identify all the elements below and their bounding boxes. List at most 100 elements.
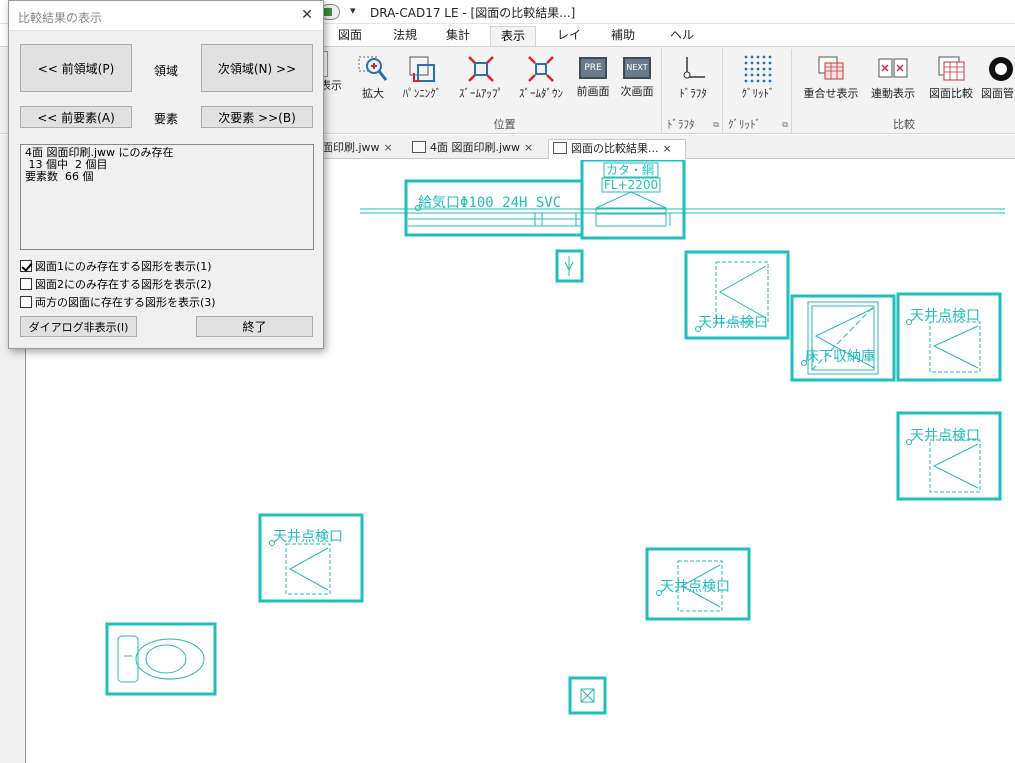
linked-view-icon <box>878 58 908 78</box>
zoom-in-button[interactable]: 拡大 <box>354 51 392 109</box>
pre-screen-button[interactable]: PRE 前画面 <box>572 51 614 109</box>
doc-tab-3[interactable]: 図面の比較結果... × <box>548 139 686 159</box>
close-icon[interactable]: ✕ <box>297 5 317 25</box>
tab-aggregate[interactable]: 集計 <box>438 26 478 46</box>
ceiling-hatch-2: 天井点検口 <box>896 292 1002 382</box>
tab-regulations[interactable]: 法規 <box>385 26 425 46</box>
next-screen-label: 次画面 <box>620 85 654 98</box>
dialog-title-bar[interactable]: 比較結果の表示 ✕ <box>9 1 323 31</box>
grid-dot <box>762 73 766 77</box>
toilet-fixture <box>105 622 217 696</box>
app-window: ▾ DRA-CAD17 LE - [図面の比較結果...] 図面 法規 集計 表… <box>0 0 1015 763</box>
grid-dot <box>750 61 754 65</box>
ceiling-hatch-label: 天井点検口 <box>910 308 980 324</box>
drawing-manage-label: 図面管 <box>981 87 1014 100</box>
tab-layer[interactable]: レイヤ <box>545 26 593 60</box>
grid-dot <box>768 73 772 77</box>
panning-label: ﾊﾟﾝﾆﾝｸﾞ <box>402 87 442 100</box>
drafter-button[interactable]: ﾄﾞﾗﾌﾀ <box>671 51 715 109</box>
drawing-compare-label: 図面比較 <box>929 87 973 100</box>
hide-dialog-button[interactable]: ダイアログ非表示(I) <box>20 316 137 337</box>
linked-view-label: 連動表示 <box>871 87 915 100</box>
window-group: カタ・網 FL+2200 <box>580 160 686 240</box>
message-line-3: 要素数 66 個 <box>25 170 94 183</box>
checkbox-label: 図面1にのみ存在する図形を表示(1) <box>35 260 212 273</box>
grid-launcher-icon[interactable]: ⧉ <box>782 120 788 130</box>
grid-dot <box>750 73 754 77</box>
dialog-title: 比較結果の表示 <box>18 11 103 25</box>
next-element-button[interactable]: 次要素 >>(B) <box>201 106 313 128</box>
next-screen-button[interactable]: NEXT 次画面 <box>616 51 658 109</box>
grid-dot <box>750 79 754 83</box>
next-area-button[interactable]: 次領域(N) >> <box>201 44 313 92</box>
prev-area-button[interactable]: << 前領域(P) <box>20 44 132 92</box>
grid-dot <box>744 61 748 65</box>
zoom-up-label: ｽﾞｰﾑｱｯﾌﾟ <box>459 87 503 100</box>
grid-dot <box>744 73 748 77</box>
compare-result-dialog: 比較結果の表示 ✕ << 前領域(P) 領域 次領域(N) >> << 前要素(… <box>8 0 324 349</box>
tab-assist[interactable]: 補助 <box>603 26 643 46</box>
show-drawing2-only-checkbox[interactable]: 図面2にのみ存在する図形を表示(2) <box>20 276 212 292</box>
grid-dot <box>768 61 772 65</box>
grid-button[interactable]: ｸﾞﾘｯﾄﾞ <box>734 51 782 109</box>
small-box-marker <box>568 676 607 715</box>
pre-screen-icon: PRE <box>579 57 607 79</box>
zoom-down-button[interactable]: ｽﾞｰﾑﾀﾞｳﾝ <box>512 51 570 109</box>
doc-tab-2[interactable]: 4面 図面印刷.jww × <box>408 139 546 159</box>
grid-group-label: ｸﾞﾘｯﾄﾞ <box>728 118 761 131</box>
drawing-manage-icon <box>989 57 1013 81</box>
vent-group: 給気口Φ100 24H SVC <box>404 179 584 237</box>
end-button[interactable]: 終了 <box>196 316 313 337</box>
grid-group: ｸﾞﾘｯﾄﾞ ｸﾞﾘｯﾄﾞ ⧉ <box>724 49 792 133</box>
zoom-up-icon <box>468 56 494 82</box>
element-label: 要素 <box>154 112 179 126</box>
grid-dot <box>762 55 766 59</box>
grid-label: ｸﾞﾘｯﾄﾞ <box>741 87 775 100</box>
checkbox-unchecked-icon[interactable] <box>20 296 32 308</box>
position-group: 拡大 ﾊﾟﾝﾆﾝｸﾞ ｽﾞｰﾑｱｯﾌﾟ ｽﾞｰﾑﾀﾞｳﾝ PRE 前画面 NEX… <box>348 49 662 133</box>
prev-element-button[interactable]: << 前要素(A) <box>20 106 132 128</box>
ceiling-hatch-label: 天井点検口 <box>910 428 980 444</box>
area-label: 領域 <box>154 64 179 78</box>
result-message-box: 4面 図面印刷.jww にのみ存在 13 個中 2 個目 要素数 66 個 <box>20 144 314 250</box>
ceiling-hatch-label: 天井点検口 <box>273 529 343 545</box>
tab-drawing[interactable]: 図面 <box>330 26 370 46</box>
doc-tab-1[interactable]: 面印刷.jww × <box>318 139 404 159</box>
compare-result-icon <box>553 142 567 154</box>
show-drawing1-only-checkbox[interactable]: 図面1にのみ存在する図形を表示(1) <box>20 258 212 274</box>
floor-storage-label: 床下収納庫 <box>805 348 875 365</box>
checkbox-checked-icon[interactable] <box>20 260 32 272</box>
grid-icon <box>744 55 772 83</box>
zoom-down-icon <box>528 56 554 82</box>
checkbox-unchecked-icon[interactable] <box>20 278 32 290</box>
overlay-button[interactable]: 重合せ表示 <box>799 51 863 109</box>
compare-group: 重合せ表示 連動表示 図面比較 図面管 比較 <box>793 49 1015 133</box>
window-title: DRA-CAD17 LE - [図面の比較結果...] <box>370 6 576 20</box>
doc-tab-2-close-icon[interactable]: × <box>524 141 533 154</box>
drafter-launcher-icon[interactable]: ⧉ <box>713 120 719 130</box>
ceiling-hatch-label: 天井点検口 <box>698 315 768 331</box>
tab-help[interactable]: ヘルプ <box>658 26 706 60</box>
show-both-checkbox[interactable]: 両方の図面に存在する図形を表示(3) <box>20 294 216 310</box>
window-height-label: FL+2200 <box>604 178 658 192</box>
checkbox-label: 図面2にのみ存在する図形を表示(2) <box>35 278 212 291</box>
compare-group-label: 比較 <box>893 118 915 131</box>
linked-view-button[interactable]: 連動表示 <box>865 51 921 109</box>
doc-tab-3-close-icon[interactable]: × <box>663 142 672 155</box>
quick-access-dropdown[interactable]: ▾ <box>350 4 356 17</box>
tab-view[interactable]: 表示 <box>490 26 536 46</box>
grid-dot <box>762 79 766 83</box>
drawing-compare-button[interactable]: 図面比較 <box>923 51 979 109</box>
magnify-plus-icon <box>358 56 388 81</box>
doc-tab-1-close-icon[interactable]: × <box>384 141 393 154</box>
zoom-up-button[interactable]: ｽﾞｰﾑｱｯﾌﾟ <box>452 51 510 109</box>
grid-dot <box>756 61 760 65</box>
panning-button[interactable]: ﾊﾟﾝﾆﾝｸﾞ <box>394 51 450 109</box>
position-group-label: 位置 <box>493 118 516 131</box>
vent-label: 給気口Φ100 24H SVC <box>418 195 561 211</box>
grid-dot <box>750 55 754 59</box>
ceiling-hatch-3: 天井点検口 <box>896 411 1002 501</box>
ceiling-hatch-label: 天井点検口 <box>660 579 730 595</box>
drawing-manage-button[interactable]: 図面管 <box>981 51 1015 109</box>
overlay-icon <box>818 56 844 80</box>
